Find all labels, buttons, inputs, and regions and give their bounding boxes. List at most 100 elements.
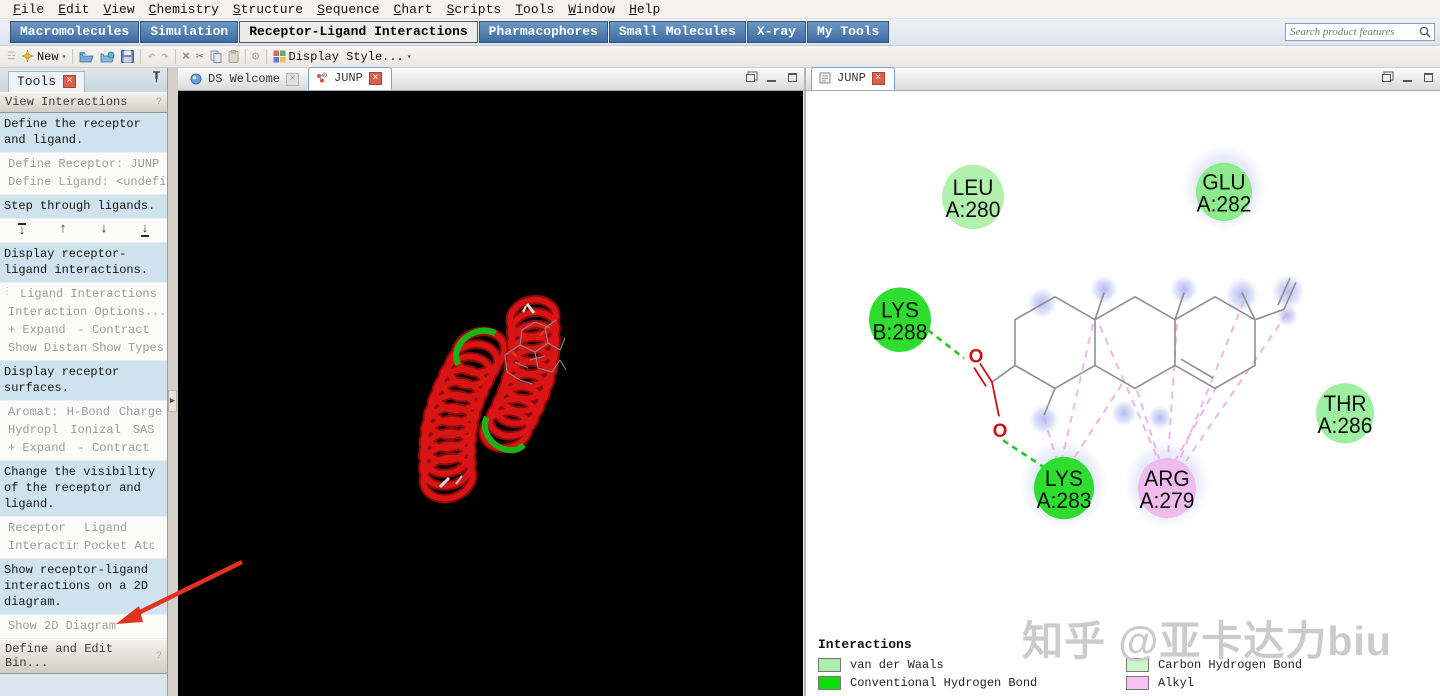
vertical-splitter[interactable]: ▶ (168, 68, 178, 696)
open-button[interactable] (76, 48, 97, 66)
legend-label: Carbon Hydrogen Bond (1158, 658, 1303, 672)
menu-item-chart[interactable]: Chart (387, 1, 440, 18)
previous-ligand-button[interactable]: ↑ (53, 222, 73, 237)
menu-item-help[interactable]: Help (622, 1, 667, 18)
tab-ds-welcome[interactable]: DS Welcome × (183, 69, 308, 90)
maximize-window-icon[interactable] (1424, 73, 1433, 82)
new-button[interactable]: New ▾ (18, 48, 69, 66)
display-style-caret[interactable]: ▾ (407, 52, 412, 62)
contract-link[interactable]: - Contract (72, 322, 156, 338)
instruction-visibility: Change the visibility of the receptor an… (0, 461, 167, 517)
menu-item-file[interactable]: File (6, 1, 51, 18)
visibility-ligand[interactable]: Ligand (78, 520, 154, 536)
toolbar-separator (72, 49, 74, 64)
menu-item-window[interactable]: Window (561, 1, 622, 18)
ribbon-tab-x-ray[interactable]: X-ray (746, 21, 806, 43)
surface-hbond[interactable]: H-Bond (61, 404, 113, 420)
menu-item-sequence[interactable]: Sequence (310, 1, 386, 18)
ribbon-tab-macromolecules[interactable]: Macromolecules (10, 21, 140, 43)
ribbon-tab-small-molecules[interactable]: Small Molecules (608, 21, 746, 43)
define-ligand-link[interactable]: Define Ligand: <undefir (2, 174, 165, 190)
undo-icon: ↶ (147, 49, 156, 64)
pin-icon[interactable] (152, 71, 161, 92)
surface-aromat[interactable]: Aromat: (2, 404, 61, 420)
cut-button[interactable]: ✂ (193, 48, 207, 66)
tab-junp-2d[interactable]: JUNP × (811, 67, 895, 90)
help-icon[interactable]: ? (156, 651, 162, 662)
section-define-edit-binding[interactable]: Define and Edit Bin... ? (0, 639, 167, 674)
contract-surface-link[interactable]: - Contract (72, 440, 156, 456)
section-title: Define and Edit Bin... (5, 642, 114, 670)
surface-ionizal[interactable]: Ionizal (64, 422, 126, 438)
next-ligand-button[interactable]: ↓ (94, 222, 114, 237)
paste-button[interactable] (225, 48, 242, 66)
product-search[interactable] (1285, 23, 1435, 41)
ribbon-tab-receptor-ligand-interactions[interactable]: Receptor-Ligand Interactions (239, 21, 478, 43)
menu-item-scripts[interactable]: Scripts (440, 1, 509, 18)
minimize-window-icon[interactable] (1403, 74, 1412, 82)
display-style-button[interactable]: Display Style... ▾ (270, 48, 415, 66)
interaction-options-link[interactable]: Interaction Options... (2, 304, 165, 320)
visibility-interacting[interactable]: Interacting (2, 538, 78, 554)
maximize-window-icon[interactable] (788, 73, 797, 82)
toolbar-grip[interactable]: ☲ (4, 51, 18, 63)
restore-window-icon[interactable] (1382, 73, 1391, 82)
molecule-3d-viewport[interactable] (178, 91, 803, 696)
menu-item-structure[interactable]: Structure (226, 1, 310, 18)
visibility-pocketator[interactable]: Pocket Ator (78, 538, 154, 554)
new-dropdown-caret[interactable]: ▾ (62, 52, 67, 62)
close-tab-icon[interactable]: × (871, 71, 885, 85)
ribbon-tab-simulation[interactable]: Simulation (140, 21, 239, 43)
new-icon (20, 50, 34, 63)
close-tab-icon[interactable]: × (368, 71, 382, 85)
toolbar-separator (265, 49, 267, 64)
residue-label: ARG A:279 (1140, 467, 1195, 513)
ribbon-tab-my-tools[interactable]: My Tools (806, 21, 890, 43)
show-distances-link[interactable]: Show Distan (2, 340, 86, 356)
atom-halos (1027, 273, 1305, 436)
ribbon-tab-pharmacophores[interactable]: Pharmacophores (478, 21, 608, 43)
surface-sas[interactable]: SAS (127, 422, 161, 438)
close-tab-icon[interactable]: × (286, 72, 300, 86)
menu-item-tools[interactable]: Tools (508, 1, 561, 18)
expand-link[interactable]: + Expand (2, 322, 72, 338)
show-types-link[interactable]: Show Types (86, 340, 165, 356)
copy-button[interactable] (207, 48, 225, 66)
help-icon[interactable]: ? (156, 97, 162, 108)
settings-button[interactable]: ⚙ (249, 48, 263, 66)
surface-hydropl[interactable]: Hydropl (2, 422, 64, 438)
instruction-display-interactions: Display receptor-ligand interactions. (0, 243, 167, 283)
save-button[interactable] (118, 48, 137, 66)
legend-swatch (818, 658, 841, 672)
collapse-sidebar-handle[interactable]: ▶ (168, 390, 177, 412)
open-url-button[interactable] (97, 48, 118, 66)
define-receptor-link[interactable]: Define Receptor: JUNP (2, 156, 165, 172)
legend-swatch (1126, 658, 1149, 672)
search-icon (1419, 26, 1431, 38)
delete-button[interactable]: × (179, 48, 193, 66)
undo-button[interactable]: ↶ (144, 48, 158, 66)
last-ligand-button[interactable]: ↓ (135, 222, 155, 237)
menu-item-chemistry[interactable]: Chemistry (142, 1, 226, 18)
restore-window-icon[interactable] (746, 73, 755, 82)
tab-junp-3d[interactable]: JUNP × (308, 67, 392, 90)
menu-item-view[interactable]: View (96, 1, 141, 18)
ligand-interactions-link[interactable]: Ligand Interactions (14, 286, 163, 302)
document-tab-bar: JUNP × (806, 67, 1440, 91)
define-links: Define Receptor: JUNP Define Ligand: <un… (0, 153, 167, 195)
visibility-receptor[interactable]: Receptor (2, 520, 78, 536)
minimize-window-icon[interactable] (767, 74, 776, 82)
expand-surface-link[interactable]: + Expand (2, 440, 72, 456)
redo-button[interactable]: ↷ (158, 48, 172, 66)
legend-title: Interactions (818, 637, 912, 652)
report-icon (819, 72, 831, 84)
first-ligand-button[interactable]: ↓ (12, 223, 32, 237)
tools-tab[interactable]: Tools × (8, 71, 86, 92)
menu-item-edit[interactable]: Edit (51, 1, 96, 18)
show-2d-diagram-link[interactable]: Show 2D Diagram (2, 618, 122, 634)
toolbar-separator (140, 49, 142, 64)
tools-close-icon[interactable]: × (63, 75, 77, 88)
search-input[interactable] (1286, 25, 1418, 39)
section-view-interactions[interactable]: View Interactions ? (0, 92, 167, 113)
surface-charge[interactable]: Charge (113, 404, 165, 420)
